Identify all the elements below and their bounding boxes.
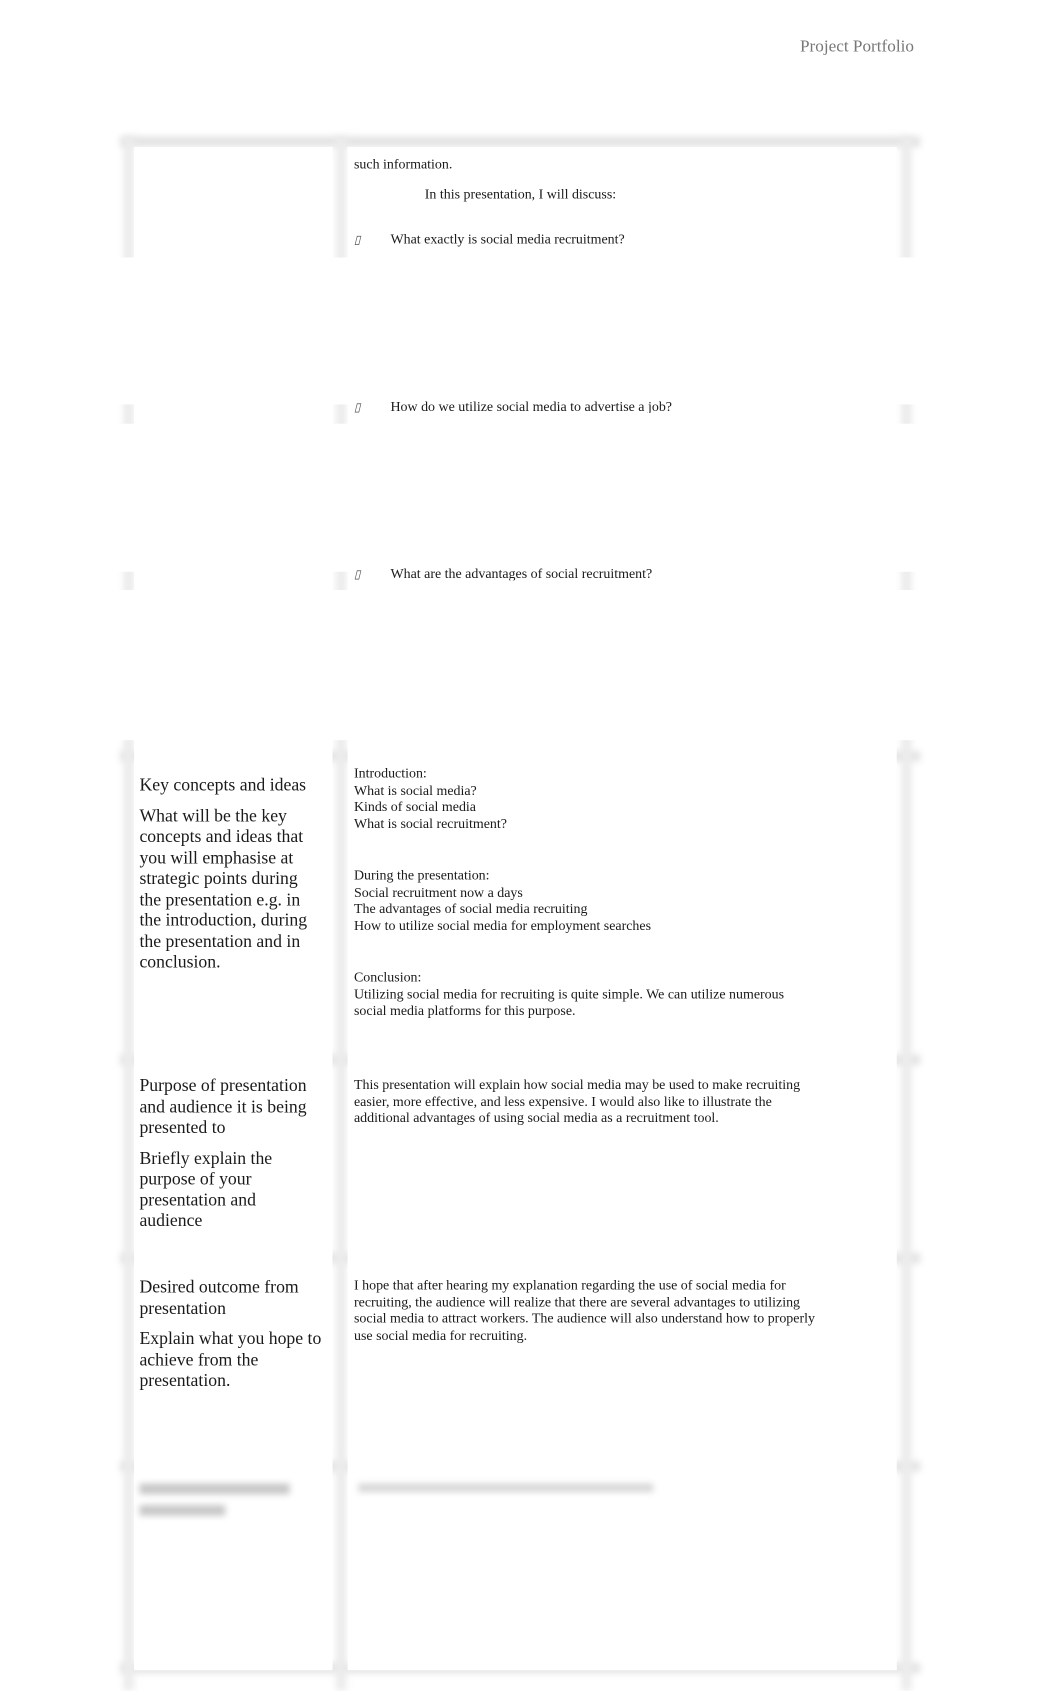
label-prompt: What will be the key concepts and ideas … bbox=[139, 805, 308, 972]
during-heading: During the presentation: bbox=[353, 866, 490, 883]
conclusion-heading: Conclusion: bbox=[353, 968, 422, 985]
page-gap bbox=[107, 423, 944, 572]
during-item: How to utilize social media for employme… bbox=[353, 916, 652, 933]
row-label-key-concepts: Key concepts and ideas What will be the … bbox=[139, 774, 321, 982]
intro-heading: Introduction: bbox=[353, 764, 427, 781]
during-item: Social recruitment now a days bbox=[353, 883, 523, 900]
key-concepts-content: Introduction: What is social media? Kind… bbox=[354, 765, 815, 1019]
bullet-item: How do we utilize social media to advert… bbox=[390, 397, 672, 413]
document-page: Project Portfolio such information. In t… bbox=[0, 0, 1062, 1691]
page-gap bbox=[107, 589, 944, 741]
label-title: Purpose of presentation and audience it … bbox=[139, 1074, 307, 1138]
purpose-content: This presentation will explain how socia… bbox=[353, 1075, 801, 1126]
intro-item: What is social media? bbox=[353, 781, 477, 798]
blurred-label-text bbox=[139, 1483, 290, 1495]
label-title: Key concepts and ideas bbox=[139, 774, 307, 795]
page-gap bbox=[107, 257, 944, 405]
label-prompt: Explain what you hope to achieve from th… bbox=[139, 1328, 322, 1391]
bullet-icon: ▯ bbox=[353, 401, 361, 413]
bullet-icon: ▯ bbox=[353, 568, 361, 581]
desired-outcome-content: I hope that after hearing my explanation… bbox=[353, 1276, 815, 1343]
intro-item: Kinds of social media bbox=[353, 798, 476, 815]
row-label-desired-outcome: Desired outcome from presentation Explai… bbox=[139, 1277, 321, 1401]
label-prompt: Briefly explain the purpose of your pres… bbox=[139, 1147, 273, 1231]
label-title: Desired outcome from presentation bbox=[139, 1276, 299, 1318]
intro-item: What is social recruitment? bbox=[353, 814, 507, 831]
conclusion-text: Utilizing social media for recruiting is… bbox=[353, 985, 785, 1018]
bullet-item: What exactly is social media recruitment… bbox=[390, 230, 625, 247]
during-item: The advantages of social media recruitin… bbox=[353, 899, 588, 917]
table-border-top bbox=[120, 136, 921, 147]
page-header-title: Project Portfolio bbox=[799, 37, 914, 56]
clipped-bullet: ▯ What are the advantages of social recr… bbox=[343, 564, 697, 580]
row-label-purpose: Purpose of presentation and audience it … bbox=[139, 1075, 321, 1241]
clipped-bullet: ▯ How do we utilize social media to adve… bbox=[343, 397, 697, 413]
discussion-intro: In this presentation, I will discuss: bbox=[424, 185, 617, 202]
blurred-content-text bbox=[358, 1483, 654, 1493]
continued-text: such information. bbox=[353, 155, 453, 172]
bullet-item: What are the advantages of social recrui… bbox=[390, 565, 653, 581]
bullet-icon: ▯ bbox=[353, 233, 361, 247]
blurred-label-text bbox=[139, 1504, 226, 1516]
